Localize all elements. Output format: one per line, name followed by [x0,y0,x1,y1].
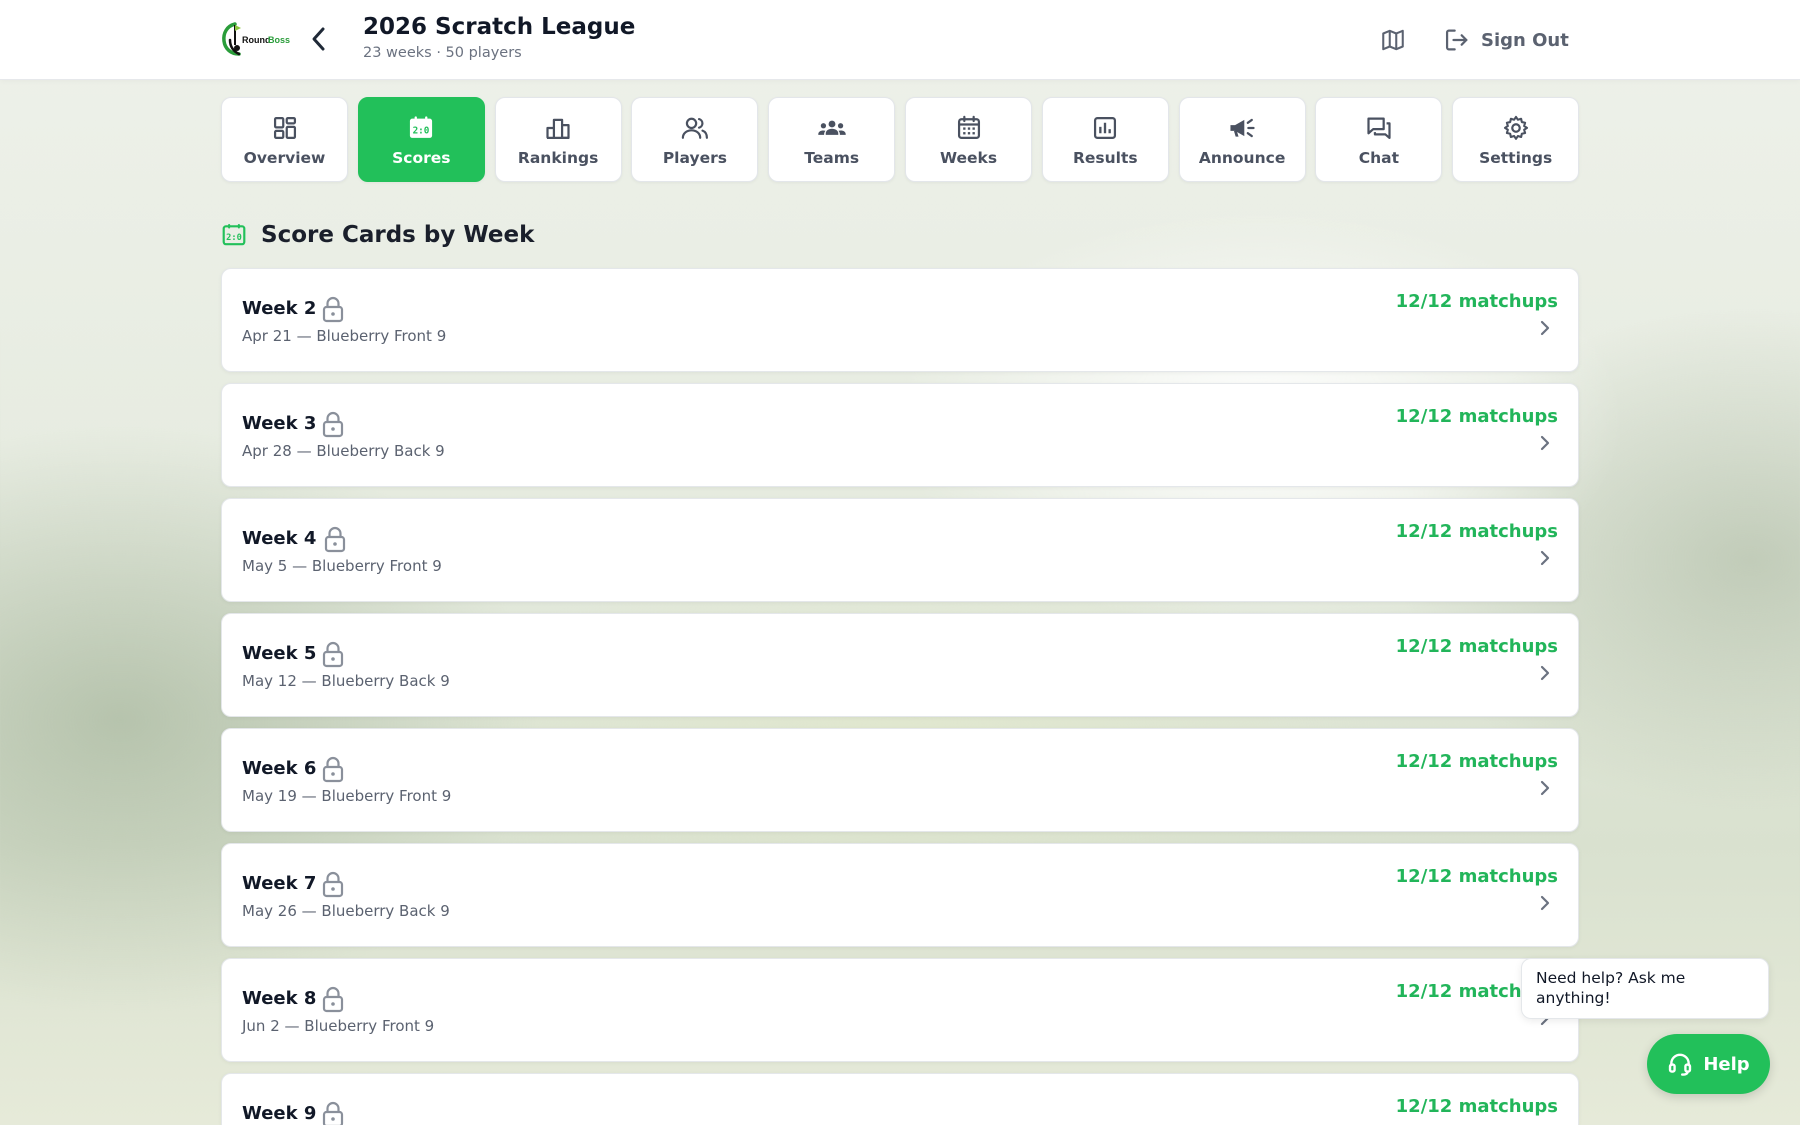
chevron-right-icon [1540,550,1550,566]
help-bubble: Need help? Ask me anything! [1521,958,1769,1019]
tab-label: Teams [804,149,860,167]
chevron-right-icon [1540,665,1550,681]
matchups-count: 12/12 matchups [1395,521,1558,542]
svg-text:Boss: Boss [268,35,290,45]
tab-teams[interactable]: Teams [768,97,896,182]
megaphone-icon [1230,118,1255,138]
lock-icon [322,1101,344,1125]
matchups-count: 12/12 matchups [1395,751,1558,772]
podium-icon [546,118,570,140]
sign-out-label: Sign Out [1481,29,1569,51]
tab-chat[interactable]: Chat [1315,97,1443,182]
matchups-count: 12/12 matchups [1395,1096,1558,1117]
dashboard-icon [273,116,296,140]
matchups-count: 12/12 matchups [1395,406,1558,427]
section-header: 2:0 Score Cards by Week [221,219,534,251]
users-icon [681,117,708,139]
tab-label: Rankings [517,149,599,167]
svg-text:2:0: 2:0 [413,125,430,136]
map-icon [1382,29,1404,51]
tab-label: Results [1072,149,1138,167]
lock-icon [322,986,344,1013]
tab-players[interactable]: Players [631,97,759,182]
svg-text:2:0: 2:0 [226,233,242,243]
headset-icon [1669,1053,1692,1076]
tab-weeks[interactable]: Weeks [905,97,1032,182]
matchups-count: 12/12 matchups [1395,866,1558,887]
week-name: Week 7 [242,873,317,894]
league-tabs: Overview 2:0 Scores Rankings Players Tea… [221,97,1580,182]
tab-results[interactable]: Results [1041,97,1169,182]
page-title: 2026 Scratch League [363,14,636,40]
tab-label: Players [662,149,727,167]
lock-icon [322,756,344,783]
gear-icon [1503,115,1528,140]
tab-announce[interactable]: Announce [1178,97,1306,182]
tab-rankings[interactable]: Rankings [494,97,622,182]
lock-icon [322,411,344,438]
week-card[interactable]: Week 5 May 12 — Blueberry Back 9 12/12 m… [221,613,1579,717]
week-date: May 5 — Blueberry Front 9 [242,557,442,575]
logout-icon [1445,29,1468,51]
week-date: May 19 — Blueberry Front 9 [242,787,452,805]
chevron-right-icon [1540,895,1550,911]
week-name: Week 2 [242,298,317,319]
lock-icon [322,871,344,898]
chevron-right-icon [1540,780,1550,796]
week-card[interactable]: Week 2 Apr 21 — Blueberry Front 9 12/12 … [221,268,1579,372]
lock-icon [322,296,344,323]
lock-icon [322,641,344,668]
chevron-right-icon [1540,320,1550,336]
help-label: Help [1703,1053,1750,1075]
tab-label: Weeks [939,149,998,167]
groups-icon [817,120,846,135]
week-date: May 26 — Blueberry Back 9 [242,902,450,920]
week-card[interactable]: Week 7 May 26 — Blueberry Back 9 12/12 m… [221,843,1579,947]
map-button[interactable] [1377,25,1409,55]
app-header: Round Boss 2026 Scratch League 23 weeks … [0,0,1800,80]
matchups-count: 12/12 matchups [1395,291,1558,312]
bar-chart-icon [1094,116,1117,140]
tab-label: Settings [1479,149,1553,167]
week-name: Week 9 [242,1103,317,1124]
week-card[interactable]: Week 8 Jun 2 — Blueberry Front 9 12/12 m… [221,958,1579,1062]
chevron-right-icon [1540,435,1550,451]
week-name: Week 3 [242,413,317,434]
svg-text:Round: Round [242,35,271,45]
week-card[interactable]: Week 9 12/12 matchups [221,1073,1579,1125]
week-name: Week 8 [242,988,317,1009]
week-card[interactable]: Week 4 May 5 — Blueberry Front 9 12/12 m… [221,498,1579,602]
scoreboard-icon: 2:0 [410,116,433,138]
scoreboard-icon: 2:0 [222,223,246,246]
tab-label: Announce [1198,149,1286,167]
week-card[interactable]: Week 6 May 19 — Blueberry Front 9 12/12 … [221,728,1579,832]
section-title: Score Cards by Week [261,222,535,248]
tab-scores[interactable]: 2:0 Scores [357,97,485,182]
week-name: Week 5 [242,643,317,664]
chevron-left-icon [312,27,325,51]
lock-icon [324,526,346,553]
week-date: Jun 2 — Blueberry Front 9 [242,1017,435,1035]
tab-label: Scores [392,149,451,167]
week-date: May 12 — Blueberry Back 9 [242,672,450,690]
week-date: Apr 21 — Blueberry Front 9 [242,327,447,345]
tab-label: Chat [1358,149,1400,167]
week-name: Week 6 [242,758,317,779]
chat-icon [1367,117,1391,140]
sign-out-button[interactable]: Sign Out [1443,24,1569,56]
week-name: Week 4 [242,528,317,549]
help-button[interactable]: Help [1647,1034,1770,1094]
week-card[interactable]: Week 3 Apr 28 — Blueberry Back 9 12/12 m… [221,383,1579,487]
matchups-count: 12/12 matchups [1395,636,1558,657]
roundboss-logo[interactable]: Round Boss [221,21,293,57]
week-date: Apr 28 — Blueberry Back 9 [242,442,445,460]
tab-label: Overview [243,149,326,167]
page-subtitle: 23 weeks · 50 players [363,45,522,61]
back-button[interactable] [302,22,336,56]
tab-overview[interactable]: Overview [221,97,348,182]
tab-settings[interactable]: Settings [1452,97,1580,182]
calendar-icon [957,115,980,140]
